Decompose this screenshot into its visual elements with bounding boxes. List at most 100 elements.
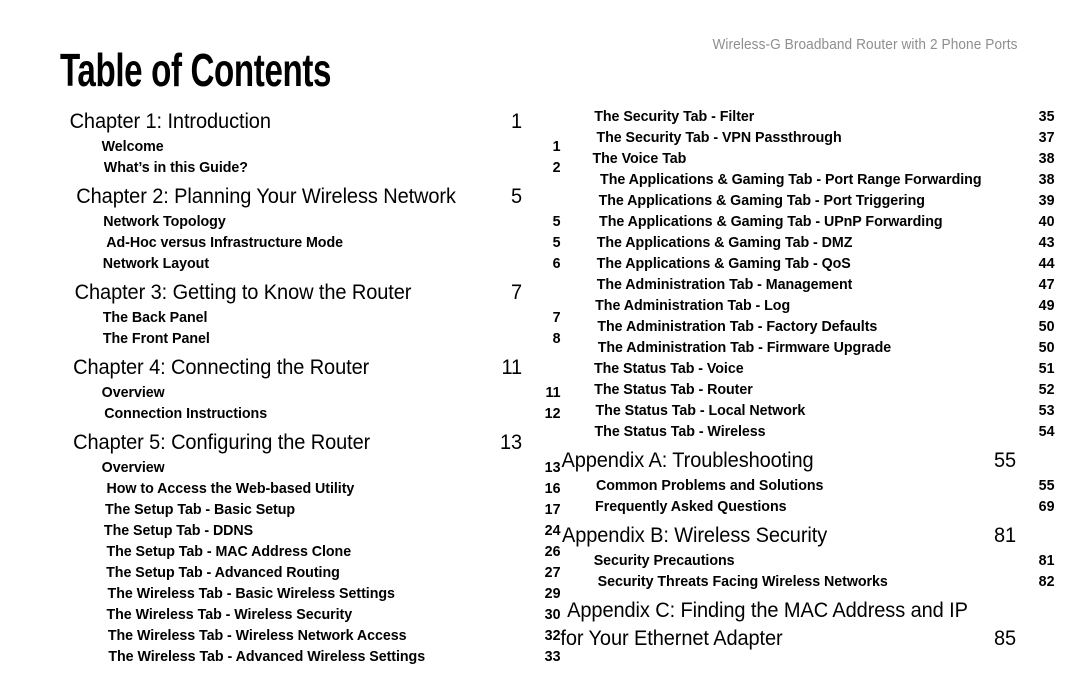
toc-entry-label: The Status Tab - Router <box>594 381 753 398</box>
toc-page-number: 38 <box>1038 171 1055 188</box>
toc-chapter-entry[interactable]: Appendix C: Finding the MAC Address and … <box>552 595 1017 625</box>
toc-section-entry[interactable]: Overview 11 <box>62 382 561 403</box>
toc-entry-label: The Setup Tab - MAC Address Clone <box>106 543 352 560</box>
toc-page-number: 55 <box>1038 477 1055 494</box>
toc-entry-label: Ad-Hoc versus Infrastructure Mode <box>106 234 344 251</box>
toc-entry-label: Chapter 4: Connecting the Router <box>73 355 370 379</box>
toc-section-entry[interactable]: The Setup Tab - DDNS 24 <box>62 520 561 541</box>
toc-section-entry[interactable]: Welcome 1 <box>62 136 561 157</box>
toc-entry-label: The Wireless Tab - Wireless Security <box>106 606 353 623</box>
toc-entry-label: The Wireless Tab - Wireless Network Acce… <box>107 627 407 644</box>
toc-page-number: 40 <box>1038 213 1055 230</box>
toc-page-number: 44 <box>1038 255 1055 272</box>
toc-section-entry[interactable]: The Applications & Gaming Tab - QoS 44 <box>552 253 1055 274</box>
toc-entry-label: Welcome <box>101 138 164 155</box>
toc-section-entry[interactable]: Common Problems and Solutions 55 <box>552 475 1055 496</box>
toc-section-entry[interactable]: Security Threats Facing Wireless Network… <box>552 571 1055 592</box>
toc-section-entry[interactable]: The Setup Tab - MAC Address Clone 26 <box>62 541 561 562</box>
toc-section-entry[interactable]: The Wireless Tab - Wireless Security 30 <box>62 604 561 625</box>
toc-section-entry[interactable]: The Security Tab - Filter 35 <box>552 106 1055 127</box>
toc-entry-label: The Setup Tab - DDNS <box>103 522 254 539</box>
toc-entry-label: Common Problems and Solutions <box>595 477 824 494</box>
toc-section-entry[interactable]: Frequently Asked Questions 69 <box>552 496 1055 517</box>
toc-section-entry[interactable]: The Back Panel 7 <box>62 307 561 328</box>
toc-entry-label: The Voice Tab <box>592 150 687 167</box>
toc-column-right: The Security Tab - Filter 35 The Security … <box>552 106 1054 653</box>
toc-section-entry[interactable]: The Wireless Tab - Wireless Network Acce… <box>62 625 561 646</box>
toc-chapter-entry[interactable]: Chapter 4: Connecting the Router 11 <box>62 352 523 382</box>
toc-section-entry[interactable]: The Setup Tab - Advanced Routing 27 <box>62 562 561 583</box>
toc-entry-label: Frequently Asked Questions <box>595 498 787 515</box>
toc-entry-label: Chapter 2: Planning Your Wireless Networ… <box>76 184 456 208</box>
toc-chapter-entry[interactable]: Chapter 3: Getting to Know the Router 7 <box>62 277 523 307</box>
toc-entry-label: Security Precautions <box>593 552 735 569</box>
toc-entry-label: The Administration Tab - Log <box>595 297 791 314</box>
toc-page-number: 55 <box>994 448 1017 472</box>
toc-page-number: 11 <box>501 355 523 379</box>
toc-page-number: 43 <box>1038 234 1055 251</box>
toc-entry-label: Network Topology <box>103 213 226 230</box>
toc-page-number: 54 <box>1038 423 1055 440</box>
toc-section-entry[interactable]: The Administration Tab - Management 47 <box>552 274 1055 295</box>
toc-chapter-entry[interactable]: Chapter 2: Planning Your Wireless Networ… <box>62 181 523 211</box>
toc-section-entry[interactable]: The Wireless Tab - Advanced Wireless Set… <box>62 646 561 667</box>
toc-section-entry[interactable]: The Applications & Gaming Tab - DMZ 43 <box>552 232 1055 253</box>
toc-entry-label: How to Access the Web-based Utility <box>106 480 355 497</box>
toc-page-number: 53 <box>1038 402 1055 419</box>
toc-page-number: 1 <box>511 109 523 133</box>
toc-page-number: 13 <box>500 430 523 454</box>
toc-section-entry[interactable]: The Administration Tab - Factory Default… <box>552 316 1055 337</box>
toc-section-entry[interactable]: The Applications & Gaming Tab - UPnP For… <box>552 211 1055 232</box>
toc-page-number: 35 <box>1038 108 1055 125</box>
toc-section-entry[interactable]: The Setup Tab - Basic Setup 17 <box>62 499 561 520</box>
toc-section-entry[interactable]: The Wireless Tab - Basic Wireless Settin… <box>62 583 561 604</box>
toc-section-entry[interactable]: The Applications & Gaming Tab - Port Tri… <box>552 190 1055 211</box>
toc-section-entry[interactable]: The Status Tab - Router 52 <box>552 379 1055 400</box>
toc-page-number: 52 <box>1038 381 1055 398</box>
toc-entry-label: The Applications & Gaming Tab - Port Ran… <box>600 171 982 188</box>
toc-entry-label: Overview <box>101 459 165 476</box>
toc-page-number: 38 <box>1038 150 1055 167</box>
toc-page-number: 82 <box>1038 573 1055 590</box>
toc-section-entry[interactable]: Overview 13 <box>62 457 561 478</box>
toc-section-entry[interactable]: The Administration Tab - Log 49 <box>552 295 1055 316</box>
toc-section-entry[interactable]: The Security Tab - VPN Passthrough 37 <box>552 127 1055 148</box>
toc-section-entry[interactable]: The Status Tab - Wireless 54 <box>552 421 1055 442</box>
toc-section-entry[interactable]: Connection Instructions 12 <box>62 403 561 424</box>
toc-section-entry[interactable]: What’s in this Guide? 2 <box>62 157 561 178</box>
toc-section-entry[interactable]: The Applications & Gaming Tab - Port Ran… <box>552 169 1055 190</box>
toc-entry-label: The Administration Tab - Management <box>596 276 853 293</box>
toc-page-number: 81 <box>994 523 1017 547</box>
toc-entry-label: Connection Instructions <box>104 405 268 422</box>
toc-page: { "header": { "running_head": "Wireless-… <box>0 0 1080 698</box>
toc-chapter-entry[interactable]: for Your Ethernet Adapter 85 <box>552 623 1017 653</box>
toc-section-entry[interactable]: Ad-Hoc versus Infrastructure Mode 5 <box>62 232 561 253</box>
toc-entry-label: for Your Ethernet Adapter <box>560 626 783 650</box>
toc-entry-label: The Security Tab - Filter <box>594 108 755 125</box>
toc-page-number: 50 <box>1038 318 1055 335</box>
toc-page-number: 49 <box>1038 297 1055 314</box>
toc-section-entry[interactable]: How to Access the Web-based Utility 16 <box>62 478 561 499</box>
toc-entry-label: The Administration Tab - Factory Default… <box>597 318 878 335</box>
toc-chapter-entry[interactable]: Appendix A: Troubleshooting 55 <box>552 445 1017 475</box>
toc-chapter-entry[interactable]: Appendix B: Wireless Security 81 <box>552 520 1017 550</box>
toc-section-entry[interactable]: The Status Tab - Voice 51 <box>552 358 1055 379</box>
toc-entry-label: Appendix A: Troubleshooting <box>561 448 814 472</box>
toc-page-number: 51 <box>1038 360 1055 377</box>
toc-section-entry[interactable]: The Administration Tab - Firmware Upgrad… <box>552 337 1055 358</box>
toc-entry-label: The Wireless Tab - Basic Wireless Settin… <box>107 585 395 602</box>
toc-section-entry[interactable]: Network Layout 6 <box>62 253 561 274</box>
toc-entry-label: Appendix C: Finding the MAC Address and … <box>567 598 970 622</box>
toc-entry-label: Overview <box>101 384 165 401</box>
toc-page-number: 50 <box>1038 339 1055 356</box>
toc-chapter-entry[interactable]: Chapter 5: Configuring the Router 13 <box>62 427 523 457</box>
toc-section-entry[interactable]: Network Topology 5 <box>62 211 561 232</box>
toc-chapter-entry[interactable]: Chapter 1: Introduction 1 <box>62 106 523 136</box>
toc-section-entry[interactable]: The Front Panel 8 <box>62 328 561 349</box>
toc-entry-label: What’s in this Guide? <box>103 159 248 176</box>
toc-section-entry[interactable]: The Status Tab - Local Network 53 <box>552 400 1055 421</box>
toc-section-entry[interactable]: Security Precautions 81 <box>552 550 1055 571</box>
toc-section-entry[interactable]: The Voice Tab 38 <box>552 148 1055 169</box>
toc-entry-label: The Administration Tab - Firmware Upgrad… <box>597 339 892 356</box>
toc-entry-label: Chapter 3: Getting to Know the Router <box>74 280 412 304</box>
